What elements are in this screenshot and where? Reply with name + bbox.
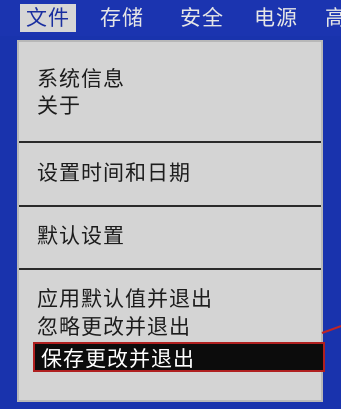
- menu-advanced[interactable]: 高: [325, 4, 341, 32]
- menu-storage[interactable]: 存储: [100, 4, 144, 32]
- top-menu-bar: 文件 存储 安全 电源 高: [0, 0, 341, 36]
- menu-option-default-setup[interactable]: 默认设置: [37, 223, 125, 249]
- bios-screen: 文件 存储 安全 电源 高 系统信息 关于 设置时间和日期 默认设置 应用默认值…: [0, 0, 341, 409]
- menu-option-about[interactable]: 关于: [37, 93, 81, 119]
- menu-option-save-changes-exit[interactable]: 保存更改并退出: [33, 342, 325, 372]
- menu-divider: [19, 141, 321, 143]
- file-menu-dropdown: 系统信息 关于 设置时间和日期 默认设置 应用默认值并退出 忽略更改并退出 保存…: [17, 40, 325, 402]
- menu-divider: [19, 205, 321, 207]
- menu-option-set-time-date[interactable]: 设置时间和日期: [37, 160, 191, 186]
- menu-file[interactable]: 文件: [20, 4, 76, 32]
- menu-power[interactable]: 电源: [254, 4, 298, 32]
- menu-divider: [19, 268, 321, 270]
- menu-option-system-info[interactable]: 系统信息: [37, 66, 125, 92]
- annotation-pointer: [321, 323, 341, 334]
- menu-option-apply-defaults-exit[interactable]: 应用默认值并退出: [37, 286, 213, 312]
- menu-option-ignore-changes-exit[interactable]: 忽略更改并退出: [37, 314, 191, 340]
- menu-security[interactable]: 安全: [180, 4, 224, 32]
